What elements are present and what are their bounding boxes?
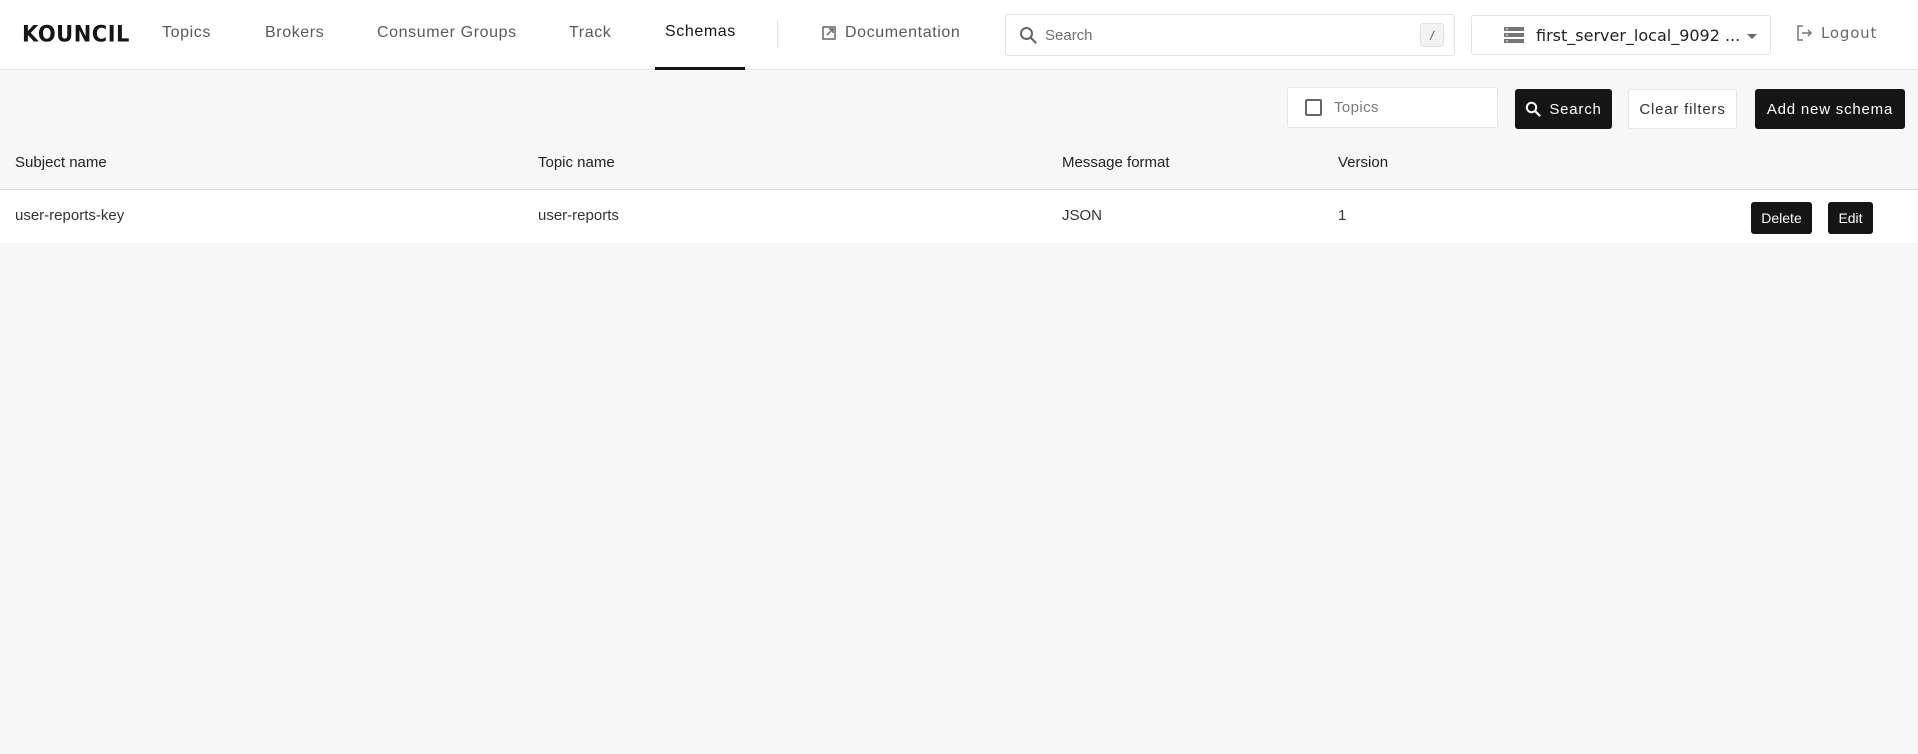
topics-filter-select[interactable]: Topics <box>1287 87 1498 128</box>
column-header-version: Version <box>1338 154 1389 171</box>
search-shortcut-hint: / <box>1420 23 1444 47</box>
cell-subject-name: user-reports-key <box>15 207 125 224</box>
documentation-link[interactable]: Documentation <box>822 24 960 42</box>
topics-filter-label: Topics <box>1334 99 1379 116</box>
cell-version: 1 <box>1338 207 1347 224</box>
add-new-schema-button[interactable]: Add new schema <box>1755 89 1905 129</box>
table-header: Subject name Topic name Message format V… <box>0 144 1918 190</box>
search-button[interactable]: Search <box>1515 89 1612 129</box>
global-search: / <box>1005 14 1455 56</box>
logout-label: Logout <box>1821 24 1878 42</box>
server-select-value: first_server_local_9092 ... <box>1536 25 1741 45</box>
column-header-topic-name: Topic name <box>538 154 615 171</box>
chevron-down-icon <box>1747 33 1758 39</box>
column-header-subject-name: Subject name <box>15 154 107 171</box>
logout-button[interactable]: Logout <box>1797 24 1877 42</box>
column-header-message-format: Message format <box>1062 154 1170 171</box>
nav-brokers[interactable]: Brokers <box>265 24 324 42</box>
external-link-icon <box>822 26 836 40</box>
nav-consumer-groups[interactable]: Consumer Groups <box>377 24 517 42</box>
search-icon <box>1020 27 1037 44</box>
clear-filters-button[interactable]: Clear filters <box>1628 89 1737 129</box>
logout-icon <box>1797 25 1813 41</box>
documentation-label: Documentation <box>845 24 961 41</box>
table-row[interactable]: user-reports-key user-reports JSON 1 Del… <box>0 190 1918 243</box>
schemas-table: Subject name Topic name Message format V… <box>0 144 1918 243</box>
cell-message-format: JSON <box>1062 207 1103 224</box>
nav-topics[interactable]: Topics <box>162 24 211 42</box>
search-button-label: Search <box>1549 100 1602 118</box>
nav-schemas[interactable]: Schemas <box>665 23 736 41</box>
edit-schema-button[interactable]: Edit <box>1828 202 1873 234</box>
server-select[interactable]: first_server_local_9092 ... <box>1471 15 1771 55</box>
cell-topic-name: user-reports <box>538 207 619 224</box>
delete-schema-button[interactable]: Delete <box>1751 202 1812 234</box>
nav-track[interactable]: Track <box>569 24 611 42</box>
search-icon <box>1526 101 1541 117</box>
top-navbar: KOUNCIL Topics Brokers Consumer Groups T… <box>0 0 1918 70</box>
app-logo[interactable]: KOUNCIL <box>22 21 130 46</box>
topics-filter-checkbox[interactable] <box>1305 99 1322 116</box>
nav-divider <box>777 20 778 48</box>
search-input[interactable] <box>1045 26 1420 44</box>
server-icon <box>1504 27 1524 43</box>
